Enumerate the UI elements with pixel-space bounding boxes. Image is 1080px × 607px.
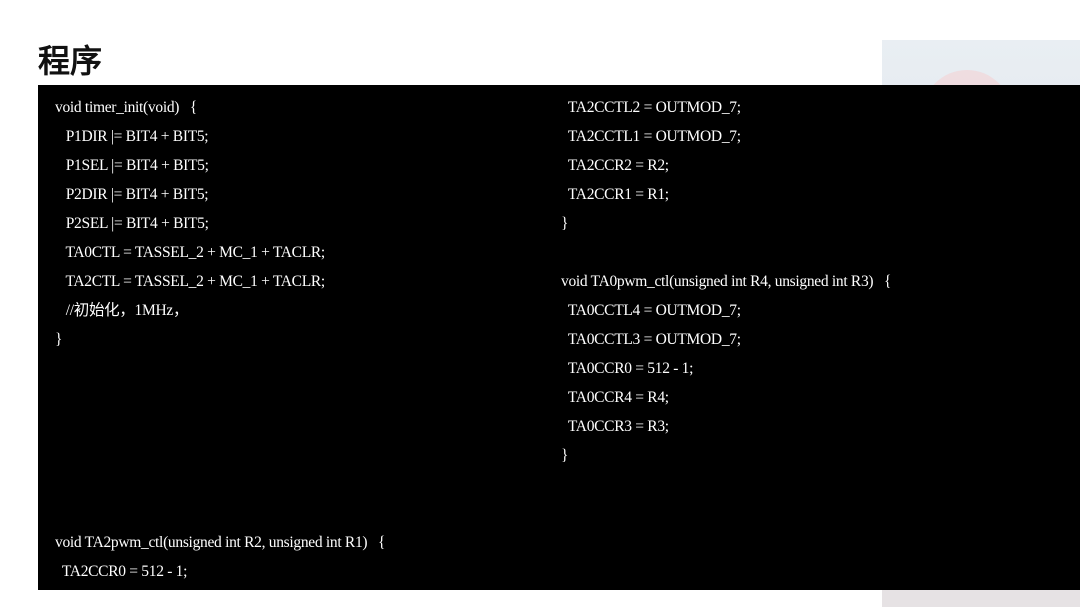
code-panel: void timer_init(void) { P1DIR |= BIT4 + … — [38, 85, 1080, 590]
code-line: P2DIR |= BIT4 + BIT5; — [55, 186, 209, 203]
code-line: TA0CCTL4 = OUTMOD_7; — [561, 302, 741, 319]
code-line: void TA0pwm_ctl(unsigned int R4, unsigne… — [561, 273, 892, 290]
code-line: P1SEL |= BIT4 + BIT5; — [55, 157, 209, 174]
code-line: P2SEL |= BIT4 + BIT5; — [55, 215, 209, 232]
code-line: void TA2pwm_ctl(unsigned int R2, unsigne… — [55, 534, 386, 551]
code-line: TA2CCTL2 = OUTMOD_7; — [561, 99, 741, 116]
code-line: TA0CCR4 = R4; — [561, 389, 669, 406]
code-block-pwm: TA2CCTL2 = OUTMOD_7; TA2CCTL1 = OUTMOD_7… — [561, 93, 891, 470]
code-line: void timer_init(void) { — [55, 99, 198, 116]
code-line: TA2CCR2 = R2; — [561, 157, 669, 174]
code-line: P1DIR |= BIT4 + BIT5; — [55, 128, 209, 145]
slide-title: 程序 — [38, 42, 103, 80]
code-line: TA0CTL = TASSEL_2 + MC_1 + TACLR; — [55, 244, 325, 261]
code-block-timer-init: void timer_init(void) { P1DIR |= BIT4 + … — [55, 93, 325, 354]
code-line: TA0CCTL3 = OUTMOD_7; — [561, 331, 741, 348]
code-block-ta2pwm: void TA2pwm_ctl(unsigned int R2, unsigne… — [55, 528, 385, 586]
code-line: } — [55, 331, 63, 348]
code-line: //初始化，1MHz， — [55, 302, 189, 319]
code-line: TA2CCR1 = R1; — [561, 186, 669, 203]
code-line: } — [561, 447, 569, 464]
code-line: } — [561, 215, 569, 232]
code-line: TA0CCR0 = 512 - 1; — [561, 360, 694, 377]
code-line: TA2CTL = TASSEL_2 + MC_1 + TACLR; — [55, 273, 325, 290]
code-line: TA2CCTL1 = OUTMOD_7; — [561, 128, 741, 145]
code-line: TA0CCR3 = R3; — [561, 418, 669, 435]
code-line: TA2CCR0 = 512 - 1; — [55, 563, 188, 580]
